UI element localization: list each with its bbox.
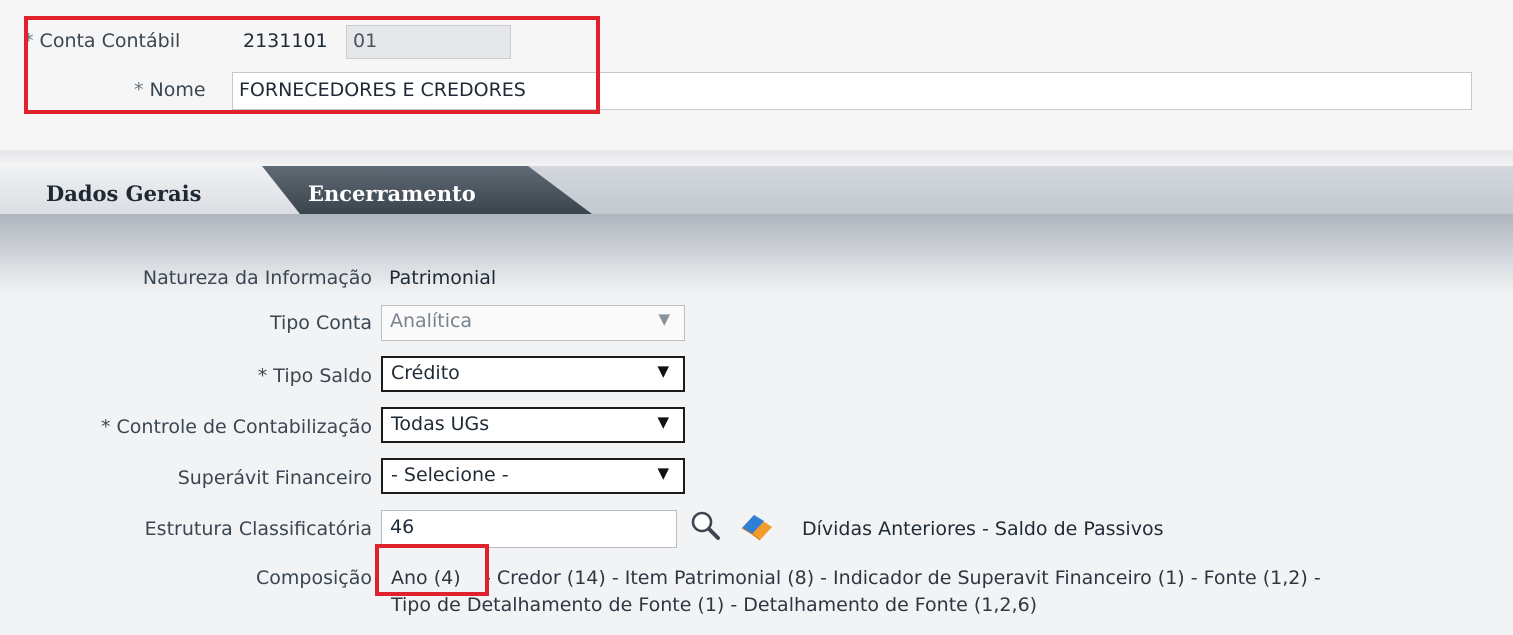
highlight-box-header: [24, 16, 600, 114]
superavit-label: Superávit Financeiro: [177, 467, 372, 489]
natureza-value: Patrimonial: [389, 267, 497, 289]
controle-value: Todas UGs: [391, 413, 490, 435]
tipo-conta-value: Analítica: [390, 310, 473, 332]
superavit-select[interactable]: - Selecione - ▼: [381, 458, 685, 494]
dropdown-arrow-icon: ▼: [657, 464, 669, 482]
composicao-line2: Tipo de Detalhamento de Fonte (1) - Deta…: [391, 594, 1038, 616]
dropdown-arrow-icon: ▼: [657, 362, 669, 380]
tipo-conta-select: Analítica ▼: [381, 305, 685, 341]
highlight-box-composicao: [375, 544, 489, 596]
controle-select[interactable]: Todas UGs ▼: [381, 407, 685, 443]
tab-dados-gerais-label: Dados Gerais: [46, 181, 202, 206]
dropdown-arrow-icon: ▼: [657, 413, 669, 431]
composicao-label: Composição: [256, 567, 372, 589]
eraser-icon[interactable]: [738, 510, 776, 542]
estrutura-label: Estrutura Classificatória: [144, 518, 372, 540]
tab-dados-gerais[interactable]: Dados Gerais: [0, 166, 300, 214]
estrutura-input[interactable]: 46: [381, 510, 677, 548]
composicao-line1: - Credor (14) - Item Patrimonial (8) - I…: [484, 567, 1321, 589]
tipo-conta-label: Tipo Conta: [269, 312, 372, 334]
header-divider: [0, 150, 1513, 166]
dropdown-arrow-icon: ▼: [658, 310, 670, 328]
controle-label: * Controle de Contabilização: [101, 416, 372, 438]
natureza-label: Natureza da Informação: [142, 267, 372, 289]
magnifier-icon[interactable]: [689, 509, 723, 543]
estrutura-description: Dívidas Anteriores - Saldo de Passivos: [802, 518, 1164, 540]
tipo-saldo-value: Crédito: [391, 362, 460, 384]
tipo-saldo-label: * Tipo Saldo: [257, 365, 372, 387]
superavit-value: - Selecione -: [391, 464, 509, 486]
tab-encerramento-label: Encerramento: [308, 181, 476, 206]
tipo-saldo-select[interactable]: Crédito ▼: [381, 356, 685, 392]
